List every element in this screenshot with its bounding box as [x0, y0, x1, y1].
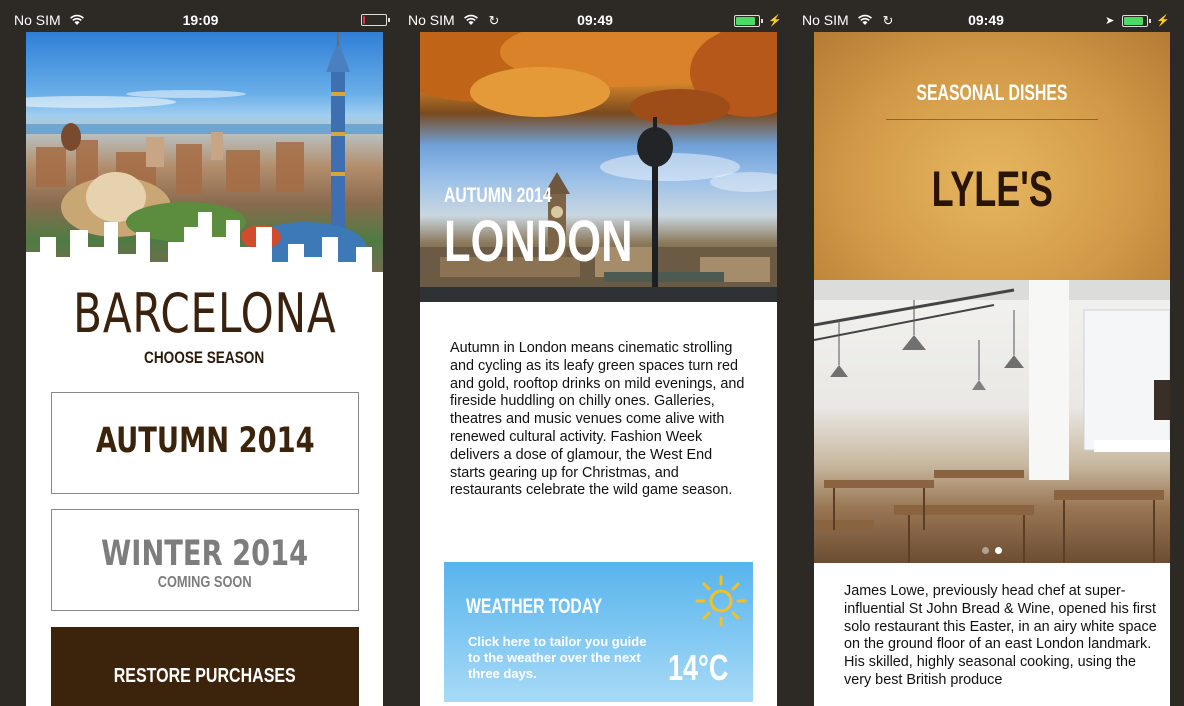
city-title: LONDON: [444, 209, 633, 274]
city-description: Autumn in London means cinematic strolli…: [450, 340, 745, 499]
weather-title: WEATHER TODAY: [466, 595, 603, 618]
category-label: SEASONAL DISHES: [916, 80, 1068, 105]
battery-icon: [734, 14, 764, 27]
restaurant-description: James Lowe, previously head chef at supe…: [844, 583, 1157, 688]
sun-icon: [695, 575, 747, 627]
phone-screen-london: No SIM ↻ 09:49 ⚡ AUTUMN 2014 LONDON Autu…: [402, 0, 788, 706]
status-bar: No SIM ↻ 09:49 ⚡: [402, 8, 788, 34]
weather-card[interactable]: WEATHER TODAY Click here to tailor you g…: [444, 562, 753, 702]
season-button-autumn[interactable]: AUTUMN 2014: [51, 392, 359, 494]
restore-purchases-button[interactable]: RESTORE PURCHASES: [51, 627, 359, 706]
battery-fill: [363, 16, 365, 24]
battery-icon: [361, 14, 390, 26]
charging-icon: ⚡: [768, 15, 782, 27]
season-label: AUTUMN 2014: [444, 184, 552, 207]
temperature-label: 14°C: [668, 647, 729, 688]
season-label: WINTER 2014: [101, 534, 309, 574]
phone-screen-lyles: No SIM ↻ 09:49 ➤ ⚡ SEASONAL DISHES LYLE'…: [796, 0, 1176, 706]
divider: [886, 119, 1098, 120]
phone-screen-barcelona: No SIM 19:09 BARCELONA CHOOSE SEASON AUT…: [8, 0, 393, 706]
season-label: AUTUMN 2014: [95, 421, 315, 461]
restaurant-photo[interactable]: [814, 280, 1170, 563]
clock: 19:09: [182, 12, 219, 28]
charging-icon: ⚡: [1156, 15, 1170, 27]
london-screen: AUTUMN 2014 LONDON Autumn in London mean…: [420, 32, 777, 706]
clock: 09:49: [577, 12, 613, 28]
status-bar: No SIM 19:09: [8, 8, 393, 34]
london-hero-image: AUTUMN 2014 LONDON: [420, 32, 777, 302]
restaurant-header: SEASONAL DISHES LYLE'S: [814, 32, 1170, 280]
carousel-dot[interactable]: [995, 547, 1002, 554]
status-bar: No SIM ↻ 09:49 ➤ ⚡: [796, 8, 1176, 34]
carousel-indicator[interactable]: [814, 541, 1170, 559]
weather-description: Click here to tailor you guide to the we…: [468, 634, 647, 681]
season-button-winter[interactable]: WINTER 2014 COMING SOON: [51, 509, 359, 611]
battery-fill: [1124, 16, 1144, 25]
city-title: BARCELONA: [72, 282, 337, 345]
location-arrow-icon: ➤: [1105, 15, 1115, 27]
barcelona-hero-image: [26, 32, 383, 277]
restore-label: RESTORE PURCHASES: [114, 665, 296, 687]
lyles-screen: SEASONAL DISHES LYLE'S James Lowe, previ…: [814, 32, 1170, 706]
barcelona-screen: BARCELONA CHOOSE SEASON AUTUMN 2014 WINT…: [26, 32, 383, 706]
battery-icon: [1122, 14, 1152, 27]
choose-season-label: CHOOSE SEASON: [144, 348, 265, 367]
carousel-dot[interactable]: [982, 547, 989, 554]
coming-soon-label: COMING SOON: [158, 574, 252, 591]
battery-fill: [736, 16, 756, 25]
restaurant-name: LYLE'S: [931, 161, 1053, 217]
